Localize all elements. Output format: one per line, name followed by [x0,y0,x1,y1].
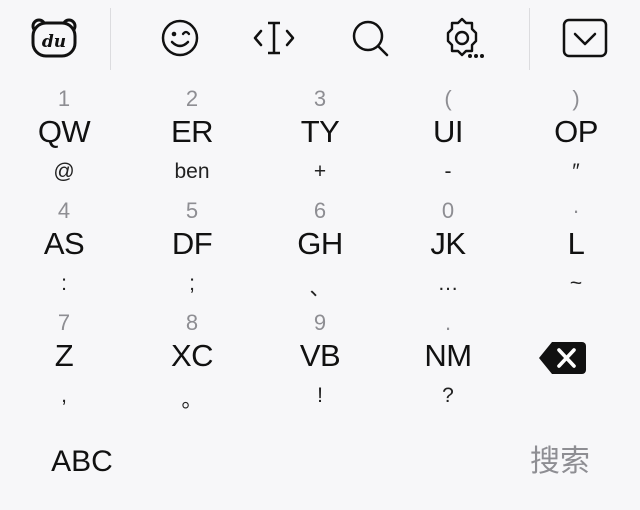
cursor-move-button[interactable] [250,14,298,62]
emoji-face-icon [161,19,199,57]
collapse-chevron-down-icon [562,18,608,58]
key-letters-label: ER [170,114,214,149]
key-nm[interactable]: . NM ? [388,304,508,416]
key-op[interactable]: ) OP ″ [516,80,636,192]
abc-mode-button[interactable]: ABC [40,436,124,488]
svg-text:du: du [42,32,66,52]
key-symbol-label: : [61,272,67,295]
key-symbol-label: ″ [572,160,580,183]
key-number-label: 8 [185,310,199,335]
key-letters-label: OP [554,114,598,149]
key-letters-label: AS [43,226,85,261]
key-ui[interactable]: ( UI - [388,80,508,192]
key-gh[interactable]: 6 GH 、 [260,192,380,304]
key-number-label: ) [572,86,580,111]
key-letters-label: QW [37,114,91,149]
key-number-label: 1 [57,86,71,111]
keyboard-toolbar: du [0,0,640,76]
key-number-label: . [444,310,452,335]
text-cursor-icon [253,21,295,55]
key-z[interactable]: 7 Z , [4,304,124,416]
key-number-label: 7 [57,310,71,335]
key-qw[interactable]: 1 QW @ [4,80,124,192]
key-symbol-label: ~ [569,272,583,295]
key-letters-label: GH [297,226,343,261]
backspace-icon [539,342,586,374]
key-df[interactable]: 5 DF ; [132,192,252,304]
key-symbol-label: ; [189,272,195,295]
key-letters-label: Z [54,338,74,373]
collapse-keyboard-button[interactable] [561,14,609,62]
key-letters-label: XC [170,338,214,373]
emoji-button[interactable] [156,14,204,62]
key-letters-label: L [567,226,585,261]
settings-more-icon [446,17,484,58]
key-letters-label: DF [171,226,213,261]
key-symbol-label: , [61,384,67,407]
key-l[interactable]: · L ~ [516,192,636,304]
key-letters-label: VB [299,338,341,373]
key-symbol-label: ! [317,384,323,407]
key-number-label: ( [444,86,452,111]
key-number-label: 9 [313,310,327,335]
toolbar-divider [110,8,111,70]
key-letters-label: NM [424,338,472,373]
key-letters-label: UI [433,114,464,149]
key-symbol-label: 。 [181,389,203,412]
key-number-label: 5 [185,198,199,223]
key-number-label: 4 [57,198,71,223]
key-number-label: 0 [441,198,455,223]
key-as[interactable]: 4 AS : [4,192,124,304]
settings-button[interactable] [438,14,486,62]
key-vb[interactable]: 9 VB ! [260,304,380,416]
key-letters-label: TY [300,114,340,149]
key-number-label: · [572,198,580,223]
key-number-label: 6 [313,198,327,223]
key-symbol-label: + [313,160,327,183]
search-button[interactable] [346,14,394,62]
search-action-button[interactable]: 搜索 [516,436,604,488]
key-symbol-label: … [437,272,459,295]
toolbar-divider [529,8,530,70]
key-letters-label: JK [430,226,466,261]
key-er[interactable]: 2 ER ben [132,80,252,192]
search-icon [352,20,389,57]
du-bear-logo-icon: du [31,18,77,58]
du-logo-button[interactable]: du [30,14,78,62]
key-symbol-label: ? [442,384,454,407]
key-symbol-label: 、 [309,277,331,300]
key-ty[interactable]: 3 TY + [260,80,380,192]
key-number-label: 2 [185,86,199,111]
key-xc[interactable]: 8 XC 。 [132,304,252,416]
key-symbol-label: @ [53,160,75,183]
key-jk[interactable]: 0 JK … [388,192,508,304]
key-symbol-label: ben [174,160,210,183]
key-symbol-label: - [444,160,452,183]
backspace-button[interactable] [536,338,590,378]
key-number-label: 3 [313,86,327,111]
